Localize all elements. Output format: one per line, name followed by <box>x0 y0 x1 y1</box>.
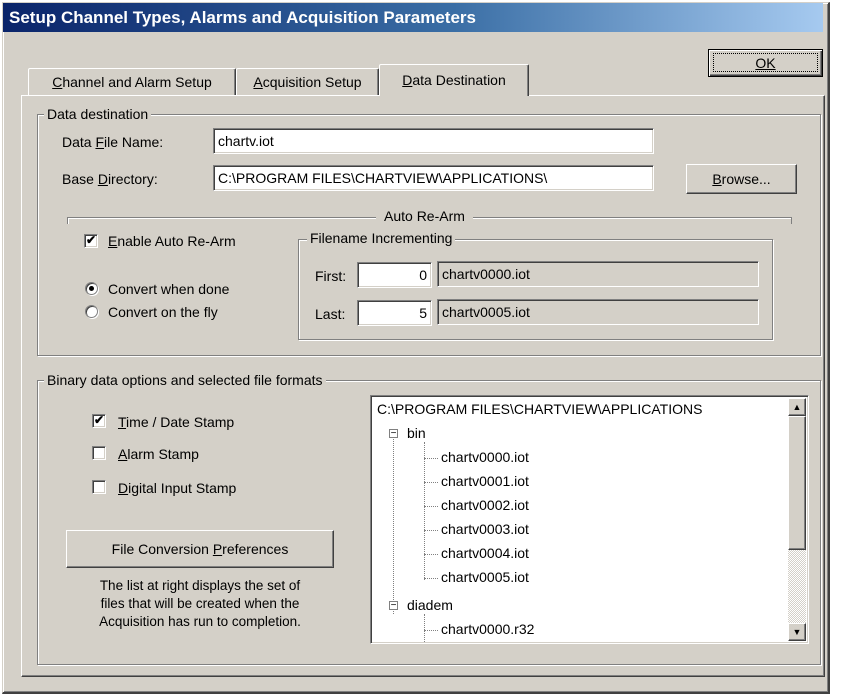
window-title: Setup Channel Types, Alarms and Acquisit… <box>9 8 476 27</box>
tree-file[interactable]: chartv0000.iot <box>441 448 529 466</box>
tree-connector <box>424 614 425 643</box>
tree-folder-diadem[interactable]: diadem <box>407 596 453 614</box>
collapse-icon[interactable]: − <box>389 429 398 439</box>
tree-file[interactable]: chartv0000.r32 <box>441 620 534 638</box>
tree-file[interactable]: chartv0003.iot <box>441 520 529 538</box>
last-value-input[interactable]: 5 <box>357 300 432 326</box>
digital-input-stamp-label[interactable]: Digital Input Stamp <box>118 479 236 497</box>
tree-file[interactable]: chartv0005.iot <box>441 568 529 586</box>
last-filename-display: chartv0005.iot <box>437 299 759 325</box>
scrollbar-thumb[interactable] <box>788 416 806 550</box>
first-label: First: <box>315 268 347 284</box>
tree-folder-bin[interactable]: bin <box>407 424 426 442</box>
first-value-input[interactable]: 0 <box>357 262 432 288</box>
auto-rearm-label: Auto Re-Arm <box>376 208 473 224</box>
last-label: Last: <box>315 306 346 322</box>
alarm-stamp-label[interactable]: Alarm Stamp <box>118 445 199 463</box>
tree-connector <box>424 506 438 507</box>
data-file-name-input[interactable]: chartv.iot <box>213 128 654 154</box>
collapse-icon[interactable]: − <box>389 601 398 611</box>
digital-input-stamp-checkbox[interactable] <box>92 480 106 494</box>
tree-connector <box>424 630 438 631</box>
convert-on-fly-radio[interactable] <box>85 305 98 318</box>
tree-file[interactable]: chartv0001.iot <box>441 472 529 490</box>
tree-root[interactable]: C:\PROGRAM FILES\CHARTVIEW\APPLICATIONS <box>377 400 702 418</box>
file-conversion-preferences-button[interactable]: File Conversion Preferences <box>66 530 334 568</box>
time-date-stamp-label[interactable]: Time / Date Stamp <box>118 413 234 431</box>
base-directory-input[interactable]: C:\PROGRAM FILES\CHARTVIEW\APPLICATIONS\ <box>213 165 654 191</box>
tree-connector <box>424 554 438 555</box>
title-bar[interactable]: Setup Channel Types, Alarms and Acquisit… <box>3 3 823 32</box>
time-date-stamp-checkbox[interactable]: ✔ <box>92 414 106 428</box>
ok-button-label: OK <box>755 55 776 71</box>
tree-file[interactable]: chartv0002.iot <box>441 496 529 514</box>
help-text: The list at right displays the set of fi… <box>99 578 301 629</box>
tree-connector <box>424 530 438 531</box>
scroll-up-icon[interactable]: ▲ <box>788 398 806 416</box>
tree-connector <box>424 578 438 579</box>
browse-button[interactable]: Browse... <box>686 164 797 194</box>
tab-acquisition-setup[interactable]: Acquisition Setup <box>236 68 379 96</box>
base-directory-label: Base Directory: <box>62 171 158 187</box>
tree-connector <box>424 458 438 459</box>
first-filename-display: chartv0000.iot <box>437 261 759 287</box>
filename-incrementing-label: Filename Incrementing <box>307 230 456 246</box>
enable-auto-rearm-checkbox[interactable]: ✔ <box>84 234 98 248</box>
data-destination-group-label: Data destination <box>44 106 152 122</box>
file-tree-view[interactable]: C:\PROGRAM FILES\CHARTVIEW\APPLICATIONS … <box>370 395 809 644</box>
scroll-down-icon[interactable]: ▼ <box>788 623 806 641</box>
alarm-stamp-checkbox[interactable] <box>92 446 106 460</box>
tab-data-destination[interactable]: Data Destination <box>379 64 529 96</box>
tree-connector <box>424 442 425 580</box>
tree-connector <box>424 482 438 483</box>
enable-auto-rearm-label[interactable]: Enable Auto Re-Arm <box>108 232 236 250</box>
ok-button[interactable]: OK <box>708 49 823 77</box>
convert-when-done-radio[interactable] <box>85 282 98 295</box>
convert-on-fly-label[interactable]: Convert on the fly <box>108 303 218 321</box>
tree-file[interactable]: chartv0004.iot <box>441 544 529 562</box>
tree-scrollbar[interactable]: ▲ ▼ <box>788 398 806 641</box>
convert-when-done-label[interactable]: Convert when done <box>108 280 229 298</box>
tree-connector <box>393 434 394 614</box>
binary-options-group-label: Binary data options and selected file fo… <box>44 372 326 388</box>
data-file-name-label: Data File Name: <box>62 134 164 150</box>
tab-channel-alarm-setup[interactable]: Channel and Alarm Setup <box>28 68 236 96</box>
